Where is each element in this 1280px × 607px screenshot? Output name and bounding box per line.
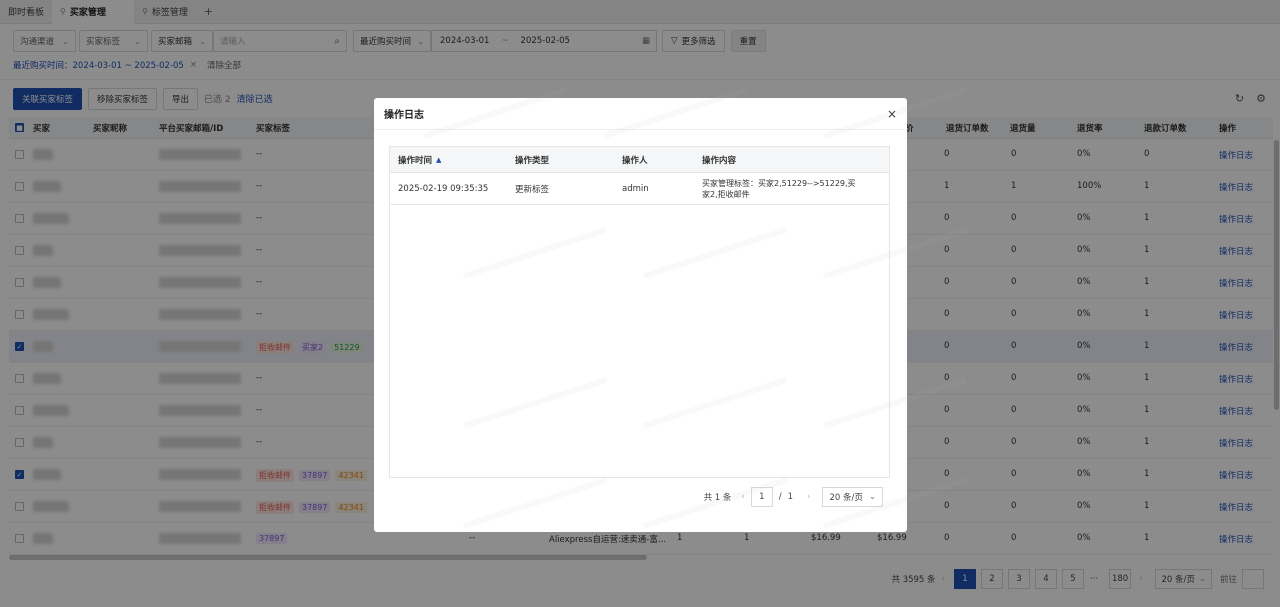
prev-page-icon[interactable]: ‹	[741, 492, 744, 502]
page-size-label: 20 条/页	[829, 493, 863, 503]
log-table-header: 操作时间 ▲ 操作类型 操作人 操作内容	[390, 147, 889, 173]
log-row: 2025-02-19 09:35:35 更新标签 admin 买家管理标签：买家…	[390, 173, 889, 205]
page-slash: /	[778, 492, 782, 502]
log-header-type: 操作类型	[515, 155, 550, 166]
log-header-operator: 操作人	[622, 155, 648, 166]
log-table: 操作时间 ▲ 操作类型 操作人 操作内容 2025-02-19 09:35:35 …	[389, 146, 890, 478]
chevron-down-icon: ⌄	[868, 492, 876, 502]
log-total: 共 1 条	[703, 493, 732, 503]
log-type: 更新标签	[515, 184, 550, 195]
log-page-size-select[interactable]: 20 条/页 ⌄	[822, 487, 883, 507]
log-header-content: 操作内容	[702, 155, 737, 166]
log-operator: admin	[622, 183, 649, 194]
sort-icon[interactable]: ▲	[436, 156, 441, 164]
modal-title: 操作日志	[384, 110, 424, 121]
modal-header: 操作日志 ×	[374, 98, 907, 130]
next-page-icon[interactable]: ›	[807, 492, 810, 502]
log-content: 买家管理标签：买家2,51229-->51229,买家2,拒收邮件	[702, 178, 856, 199]
log-pagination: 共 1 条 ‹ 1 / 1 › 20 条/页 ⌄	[704, 487, 883, 507]
log-time: 2025-02-19 09:35:35	[398, 183, 489, 194]
page-total: 1	[787, 492, 794, 502]
close-icon[interactable]: ×	[887, 107, 897, 121]
header-label: 操作时间	[398, 155, 433, 166]
page-input[interactable]: 1	[750, 487, 773, 507]
log-header-time[interactable]: 操作时间 ▲	[398, 147, 441, 172]
operation-log-modal: 操作日志 × 操作时间 ▲ 操作类型 操作人 操作内容 2025-02-19 09…	[374, 98, 907, 532]
